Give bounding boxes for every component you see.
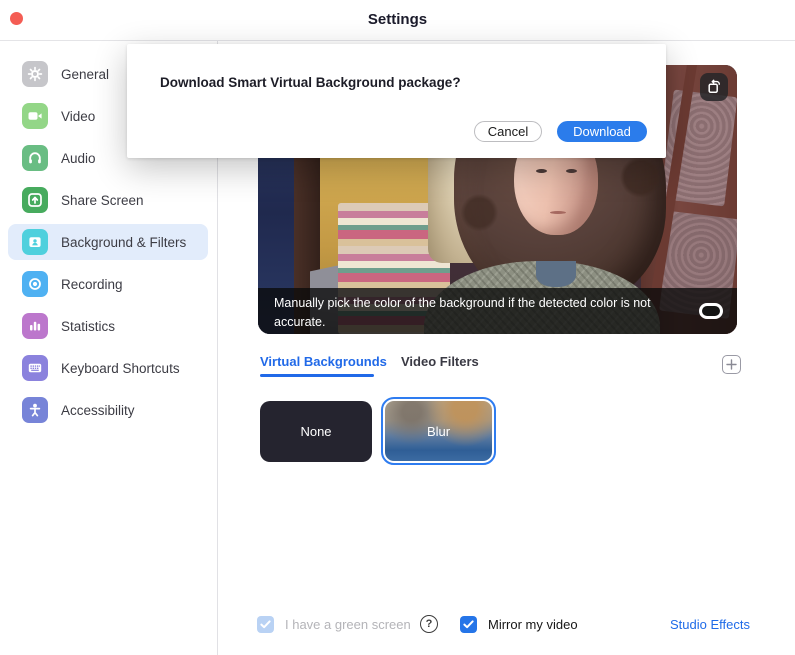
gear-icon (22, 61, 48, 87)
rotate-video-button[interactable] (700, 73, 728, 101)
bar-chart-icon (22, 313, 48, 339)
sidebar-item-accessibility[interactable]: Accessibility (8, 392, 208, 428)
sidebar-item-label: Keyboard Shortcuts (61, 361, 180, 376)
background-none-label: None (300, 424, 331, 439)
tab-video-filters[interactable]: Video Filters (401, 354, 479, 369)
scene-eye-left (536, 169, 547, 173)
accessibility-icon (22, 397, 48, 423)
check-icon (463, 620, 474, 629)
mirror-video-checkbox[interactable] (460, 616, 477, 633)
sidebar-item-label: Statistics (61, 319, 115, 334)
camera-icon (22, 103, 48, 129)
sidebar-item-label: Share Screen (61, 193, 144, 208)
headphones-icon (22, 145, 48, 171)
green-screen-checkbox[interactable] (257, 616, 274, 633)
scene-collar (536, 261, 576, 287)
color-swatch-icon[interactable] (699, 303, 723, 319)
sidebar-item-statistics[interactable]: Statistics (8, 308, 208, 344)
scene-mouth (550, 211, 566, 214)
record-icon (22, 271, 48, 297)
sidebar-item-background-filters[interactable]: Background & Filters (8, 224, 208, 260)
background-option-none[interactable]: None (260, 401, 372, 462)
mirror-video-label: Mirror my video (488, 617, 578, 632)
background-blur-label: Blur (427, 424, 450, 439)
rotate-icon (706, 79, 722, 95)
preview-hint-text: Manually pick the color of the backgroun… (274, 296, 651, 329)
sidebar-item-share-screen[interactable]: Share Screen (8, 182, 208, 218)
tab-virtual-backgrounds[interactable]: Virtual Backgrounds (260, 354, 387, 369)
keyboard-icon (22, 355, 48, 381)
add-background-button[interactable] (722, 355, 741, 374)
sidebar-item-label: Video (61, 109, 95, 124)
tab-active-underline (260, 374, 374, 377)
title-bar: Settings (0, 0, 795, 41)
sidebar-item-label: Audio (61, 151, 96, 166)
share-screen-icon (22, 187, 48, 213)
sidebar-item-label: General (61, 67, 109, 82)
sidebar-item-label: Accessibility (61, 403, 135, 418)
help-icon[interactable]: ? (420, 615, 438, 633)
scene-eye-right (566, 169, 577, 173)
sidebar-item-label: Recording (61, 277, 123, 292)
window-title: Settings (0, 11, 795, 28)
person-frame-icon (22, 229, 48, 255)
studio-effects-link[interactable]: Studio Effects (670, 617, 750, 632)
sidebar-item-label: Background & Filters (61, 235, 186, 250)
background-option-blur[interactable]: Blur (381, 397, 496, 465)
sidebar-item-recording[interactable]: Recording (8, 266, 208, 302)
plus-icon (726, 359, 737, 370)
cancel-button[interactable]: Cancel (474, 121, 542, 142)
download-package-dialog: Download Smart Virtual Background packag… (127, 44, 666, 158)
green-screen-label: I have a green screen (285, 617, 411, 632)
download-button[interactable]: Download (557, 121, 647, 142)
check-icon (260, 620, 271, 629)
dialog-title: Download Smart Virtual Background packag… (160, 75, 461, 90)
sidebar-item-keyboard-shortcuts[interactable]: Keyboard Shortcuts (8, 350, 208, 386)
preview-hint-overlay: Manually pick the color of the backgroun… (258, 288, 737, 334)
